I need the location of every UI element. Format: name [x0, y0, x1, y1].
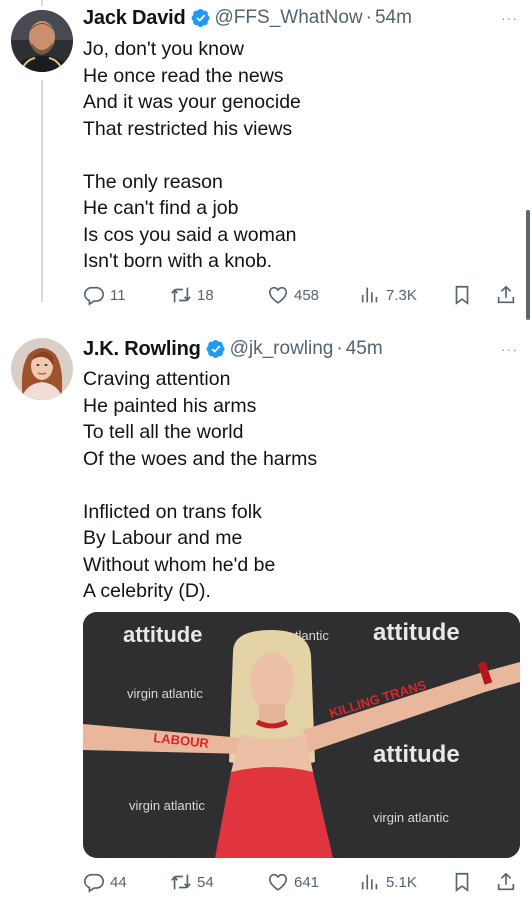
bookmark-icon	[455, 872, 469, 892]
repost-icon	[171, 874, 191, 890]
avatar[interactable]	[11, 10, 73, 72]
views-icon	[361, 287, 378, 303]
action-bar: 44 54 641 5.1K	[83, 870, 518, 894]
repost-count: 54	[197, 873, 214, 891]
action-bar: 11 18 458 7.3K	[83, 283, 518, 307]
share-icon	[497, 285, 515, 304]
like-count: 458	[294, 286, 320, 304]
timestamp[interactable]: 54m	[375, 7, 412, 29]
backdrop-logo-virgin: virgin atlantic	[127, 686, 203, 701]
views-button[interactable]: 5.1K	[359, 870, 417, 894]
reply-count: 11	[110, 286, 126, 304]
like-icon	[268, 286, 288, 304]
tweet-text: Jo, don't you know He once read the news…	[83, 38, 301, 272]
repost-count: 18	[197, 286, 214, 304]
repost-button[interactable]: 54	[170, 870, 214, 894]
timestamp[interactable]: 45m	[346, 338, 383, 360]
bookmark-button[interactable]	[451, 870, 478, 894]
backdrop-logo-attitude: attitude	[123, 622, 202, 647]
bookmark-icon	[455, 285, 469, 305]
share-button[interactable]	[495, 283, 522, 307]
author-handle[interactable]: @jk_rowling	[230, 338, 334, 360]
tweet-jack-david[interactable]: Jack David @FFS_WhatNow · 54m ··· Jo, do…	[0, 0, 532, 330]
tweet-text: Craving attention He painted his arms To…	[83, 368, 318, 602]
attached-photo[interactable]: attitude attitude attitude virgin atlant…	[83, 612, 520, 858]
author-handle[interactable]: @FFS_WhatNow	[215, 7, 363, 29]
scrollbar[interactable]	[526, 210, 530, 320]
separator-dot: ·	[336, 338, 343, 359]
views-icon	[361, 874, 378, 890]
separator-dot: ·	[365, 7, 372, 28]
reply-icon	[84, 286, 104, 306]
reply-icon	[84, 873, 104, 893]
repost-icon	[171, 287, 191, 303]
tweet-header: Jack David @FFS_WhatNow · 54m	[83, 4, 518, 32]
backdrop-logo-virgin: virgin atlantic	[129, 798, 205, 813]
backdrop-logo-virgin: virgin atlantic	[373, 810, 449, 825]
reply-button[interactable]: 11	[83, 283, 126, 307]
verified-badge-icon	[191, 9, 210, 27]
author-name[interactable]: Jack David	[83, 7, 186, 30]
backdrop-logo-attitude: attitude	[373, 619, 460, 646]
views-count: 5.1K	[386, 873, 417, 891]
like-button[interactable]: 458	[267, 283, 319, 307]
share-button[interactable]	[495, 870, 522, 894]
views-button[interactable]: 7.3K	[359, 283, 417, 307]
views-count: 7.3K	[386, 286, 417, 304]
like-icon	[268, 873, 288, 891]
tweet-jk-rowling[interactable]: J.K. Rowling @jk_rowling · 45m ··· Cravi…	[0, 330, 532, 900]
share-icon	[497, 872, 515, 891]
bookmark-button[interactable]	[451, 283, 478, 307]
like-count: 641	[294, 873, 320, 891]
avatar[interactable]	[11, 338, 73, 400]
backdrop-logo-attitude: attitude	[373, 741, 460, 768]
repost-button[interactable]: 18	[170, 283, 214, 307]
verified-badge-icon	[206, 340, 225, 358]
tweet-header: J.K. Rowling @jk_rowling · 45m	[83, 335, 518, 363]
author-name[interactable]: J.K. Rowling	[83, 338, 201, 361]
more-options-icon[interactable]: ···	[501, 341, 518, 357]
reply-button[interactable]: 44	[83, 870, 127, 894]
reply-count: 44	[110, 873, 127, 891]
more-options-icon[interactable]: ···	[501, 10, 518, 26]
like-button[interactable]: 641	[267, 870, 319, 894]
